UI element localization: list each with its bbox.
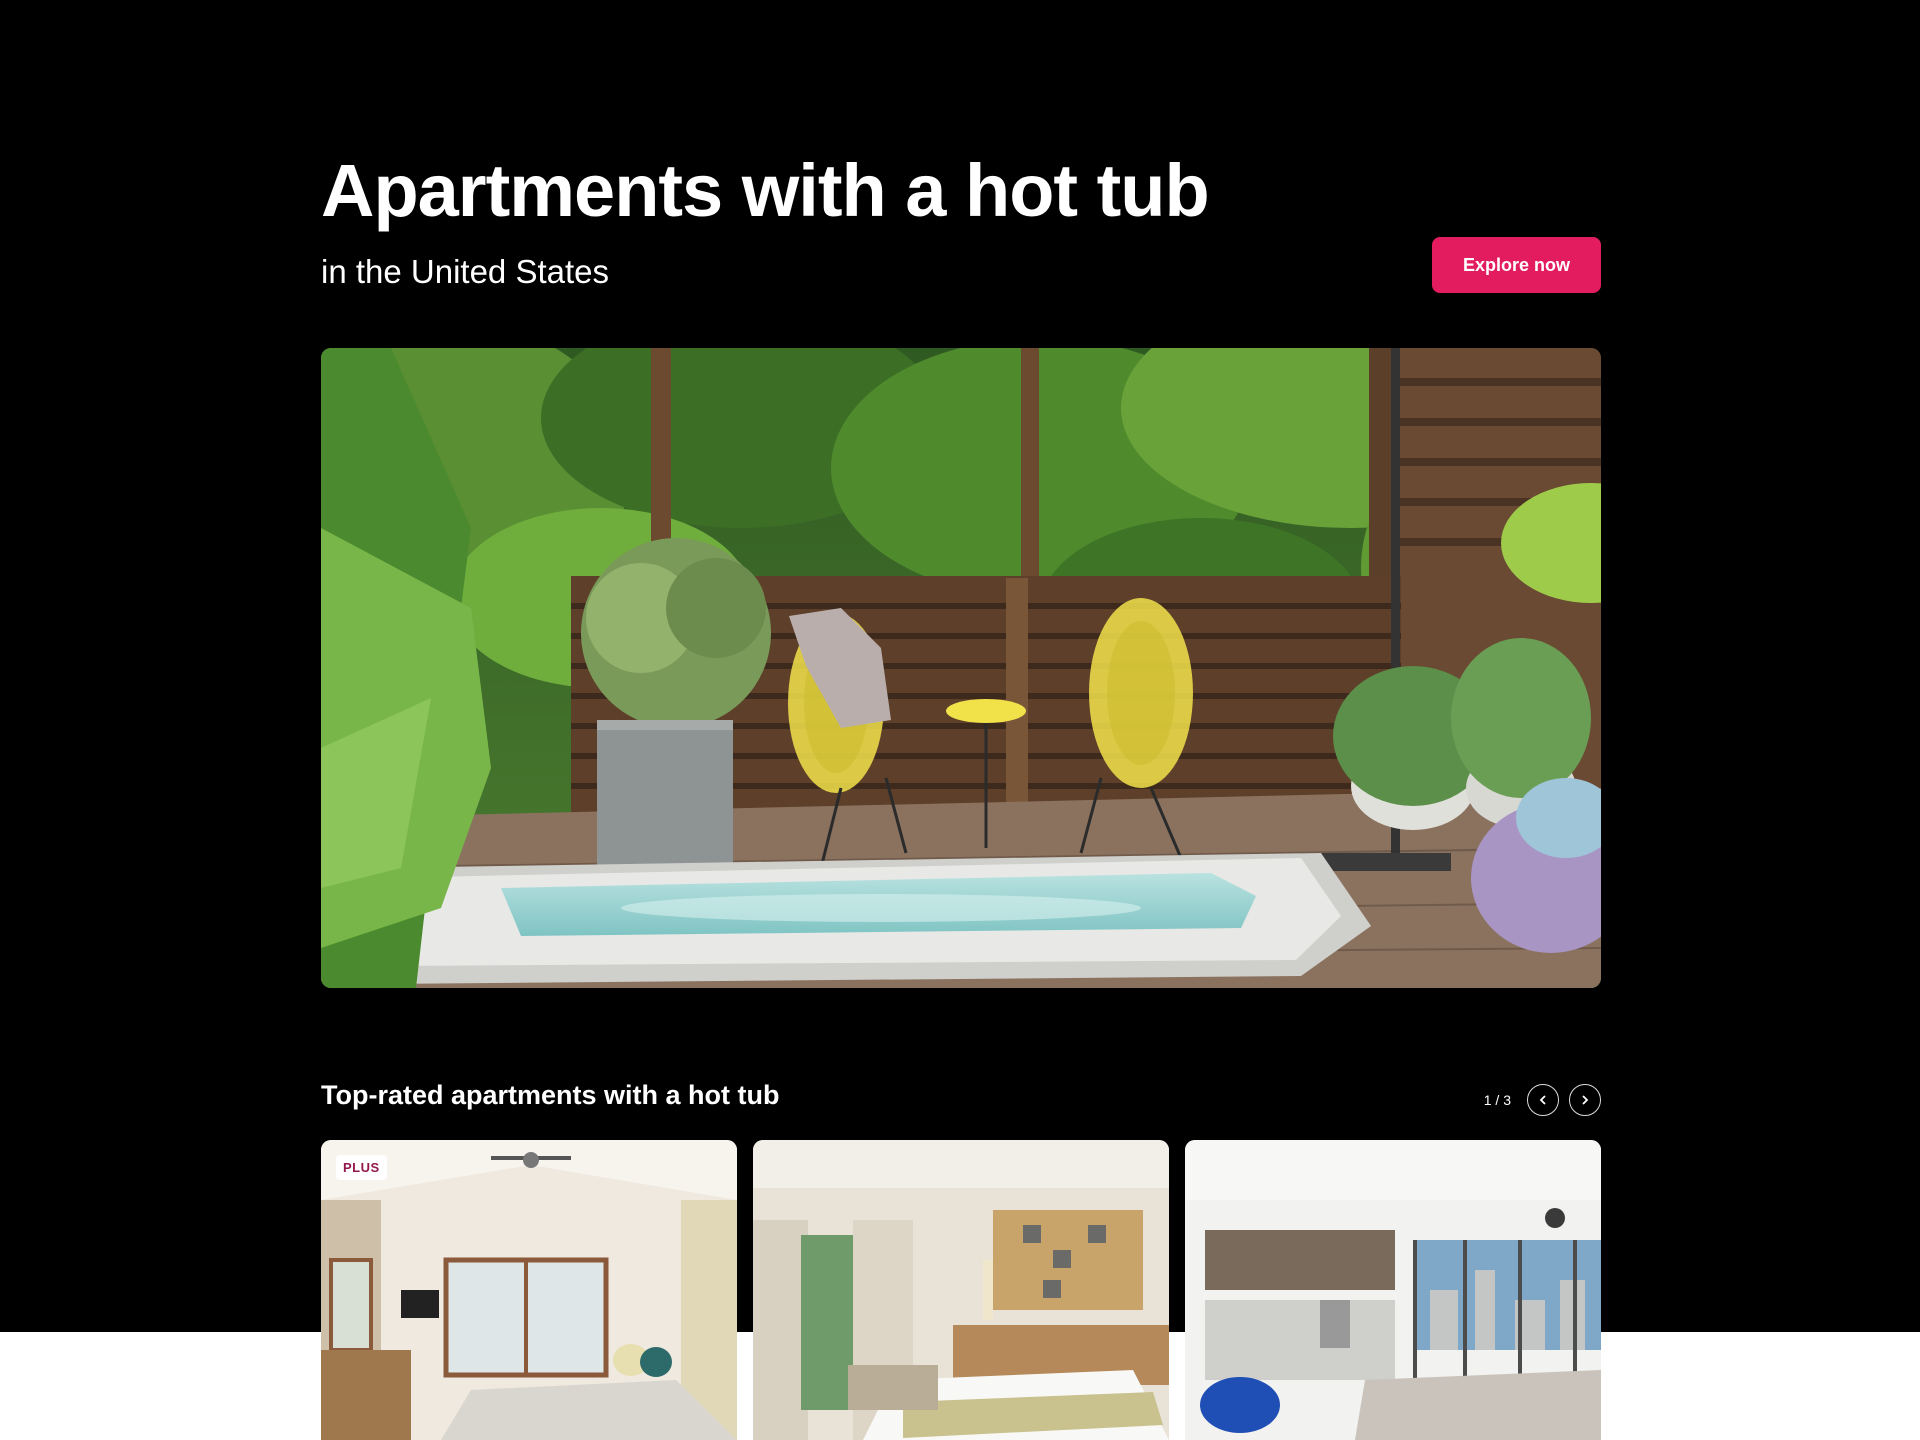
living-room-city-view-photo bbox=[1185, 1140, 1601, 1440]
section-title: Top-rated apartments with a hot tub bbox=[321, 1080, 780, 1110]
carousel-pager: 1 / 3 bbox=[1484, 1084, 1601, 1116]
page-subtitle: in the United States bbox=[321, 253, 610, 290]
listing-cards: PLUS bbox=[321, 1140, 1601, 1440]
chevron-right-icon bbox=[1582, 1095, 1589, 1105]
next-button[interactable] bbox=[1569, 1084, 1601, 1116]
listing-card-1[interactable]: PLUS bbox=[321, 1140, 737, 1440]
hero-image bbox=[321, 348, 1601, 988]
listing-card-2[interactable] bbox=[753, 1140, 1169, 1440]
chevron-left-icon bbox=[1539, 1095, 1546, 1105]
page-title: Apartments with a hot tub bbox=[321, 149, 1210, 232]
plus-badge: PLUS bbox=[336, 1155, 387, 1180]
page-indicator: 1 / 3 bbox=[1483, 1092, 1511, 1108]
previous-button[interactable] bbox=[1527, 1084, 1559, 1116]
explore-now-button[interactable]: Explore now bbox=[1432, 237, 1601, 293]
listing-card-3[interactable] bbox=[1185, 1140, 1601, 1440]
hotel-room-photo bbox=[753, 1140, 1169, 1440]
bedroom-photo bbox=[321, 1140, 737, 1440]
